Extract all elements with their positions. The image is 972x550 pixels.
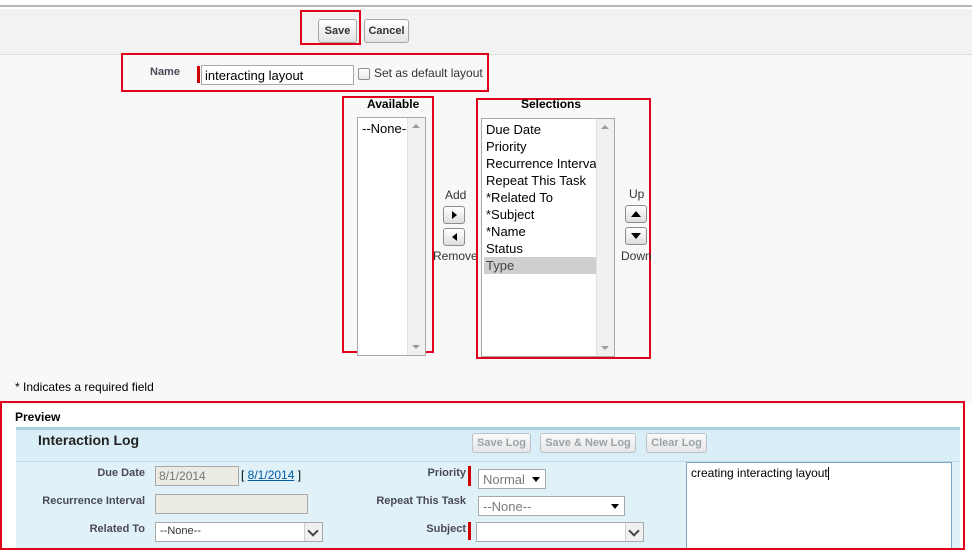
remove-label: Remove xyxy=(433,249,478,263)
right-arrow-icon xyxy=(451,211,457,219)
save-button[interactable]: Save xyxy=(318,19,357,43)
selection-option[interactable]: Recurrence Interval xyxy=(484,155,599,172)
selection-option[interactable]: *Name xyxy=(484,223,526,240)
name-input[interactable]: interacting layout xyxy=(201,65,354,85)
add-label: Add xyxy=(445,188,467,202)
left-arrow-icon xyxy=(451,233,457,241)
down-label: Down xyxy=(621,249,652,263)
top-divider xyxy=(0,0,972,7)
selection-option[interactable]: *Related To xyxy=(484,189,553,206)
preview-highlight xyxy=(0,401,965,550)
down-button[interactable] xyxy=(625,227,647,245)
available-listbox[interactable]: --None-- xyxy=(357,117,426,356)
selection-option[interactable]: Due Date xyxy=(484,121,541,138)
selection-option[interactable]: Priority xyxy=(484,138,526,155)
down-arrow-icon xyxy=(631,233,641,239)
selection-option[interactable]: *Subject xyxy=(484,206,534,223)
available-title: Available xyxy=(367,97,420,111)
available-option[interactable]: --None-- xyxy=(360,120,410,137)
available-scrollbar[interactable] xyxy=(407,118,425,355)
remove-button[interactable] xyxy=(443,228,465,246)
selection-option-selected[interactable]: Type xyxy=(484,257,596,274)
default-layout-label: Set as default layout xyxy=(374,66,483,80)
selections-title: Selections xyxy=(521,97,582,111)
button-bar xyxy=(0,9,972,55)
name-label: Name xyxy=(150,66,180,78)
up-arrow-icon xyxy=(631,211,641,217)
cancel-button[interactable]: Cancel xyxy=(364,19,409,43)
selections-listbox[interactable]: Due Date Priority Recurrence Interval Re… xyxy=(481,118,615,357)
up-button[interactable] xyxy=(625,205,647,223)
add-button[interactable] xyxy=(443,206,465,224)
required-note: * Indicates a required field xyxy=(15,380,154,394)
selection-option[interactable]: Status xyxy=(484,240,523,257)
selections-scrollbar[interactable] xyxy=(596,119,614,356)
up-label: Up xyxy=(629,187,645,201)
default-layout-checkbox[interactable] xyxy=(358,68,370,80)
selection-option[interactable]: Repeat This Task xyxy=(484,172,586,189)
required-marker xyxy=(197,66,200,83)
